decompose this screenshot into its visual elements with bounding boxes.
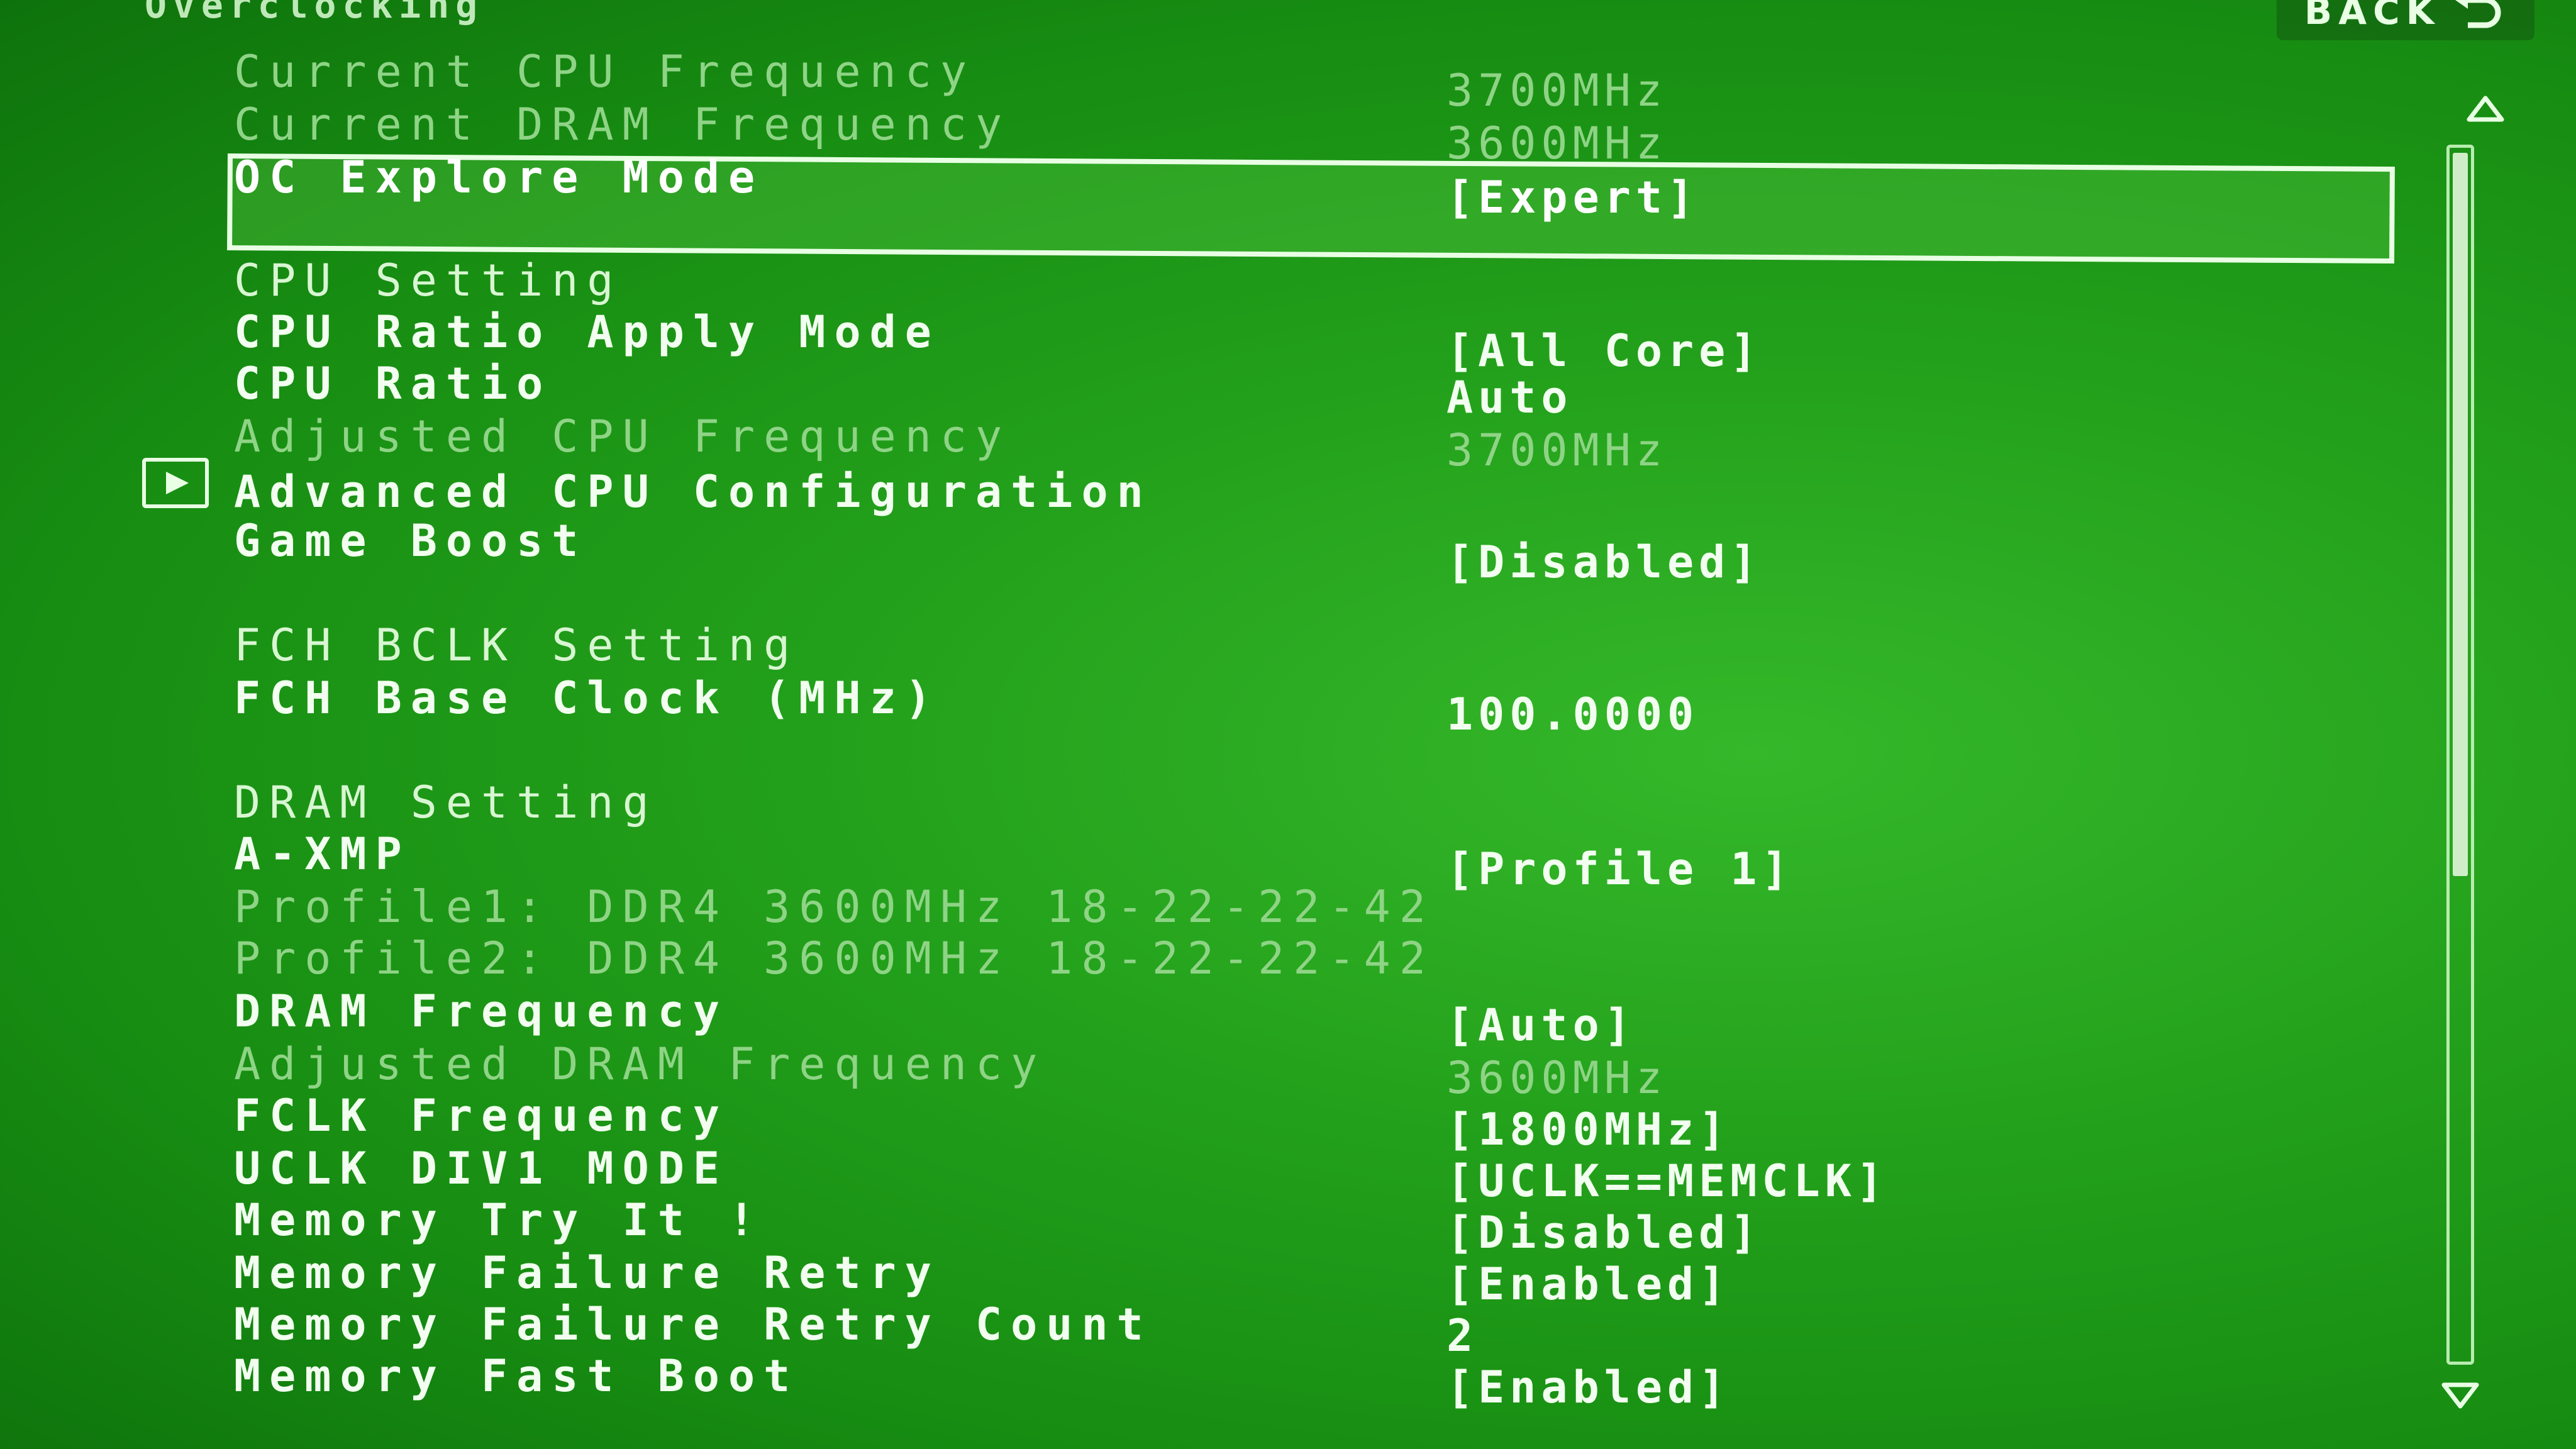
setting-value[interactable]: [Expert] bbox=[1446, 171, 1699, 224]
row-xmp-profile1: Profile1: DDR4 3600MHz 18-22-22-42 bbox=[0, 880, 2453, 933]
setting-label: Memory Fast Boot bbox=[234, 1350, 799, 1402]
row-xmp-profile2: Profile2: DDR4 3600MHz 18-22-22-42 bbox=[0, 932, 2453, 985]
setting-value[interactable]: [Disabled] bbox=[1446, 536, 1762, 589]
profile-info-label: Profile2: DDR4 3600MHz 18-22-22-42 bbox=[234, 933, 1435, 984]
row-fch-base-clock[interactable]: FCH Base Clock (MHz) 100.0000 bbox=[0, 672, 2453, 740]
group-header-fch-bclk-setting: FCH BCLK Setting bbox=[0, 619, 2453, 672]
row-uclk-div1-mode[interactable]: UCLK DIV1 MODE [UCLK==MEMCLK] bbox=[0, 1142, 2453, 1207]
chevron-up-icon[interactable] bbox=[2465, 93, 2506, 126]
scrollbar-thumb[interactable] bbox=[2453, 153, 2468, 876]
back-label: BACK bbox=[2304, 0, 2441, 33]
setting-label: UCLK DIV1 MODE bbox=[234, 1143, 729, 1194]
scrollbar[interactable] bbox=[2446, 145, 2474, 1365]
setting-label: Memory Try It ! bbox=[234, 1194, 764, 1246]
setting-label: OC Explore Mode bbox=[234, 152, 764, 203]
setting-label: CPU Ratio bbox=[234, 358, 552, 409]
group-header-label: CPU Setting bbox=[234, 255, 623, 306]
setting-label: DRAM Frequency bbox=[234, 985, 729, 1037]
setting-label: Memory Failure Retry bbox=[234, 1247, 940, 1299]
setting-label: FCLK Frequency bbox=[234, 1090, 729, 1141]
row-advanced-cpu-configuration[interactable]: Advanced CPU Configuration bbox=[0, 465, 2453, 518]
setting-label: Current DRAM Frequency bbox=[234, 99, 1011, 150]
row-memory-failure-retry-count[interactable]: Memory Failure Retry Count 2 bbox=[0, 1298, 2453, 1362]
row-memory-failure-retry[interactable]: Memory Failure Retry [Enabled] bbox=[0, 1246, 2453, 1310]
row-oc-explore-mode[interactable]: OC Explore Mode [Expert] bbox=[0, 151, 2453, 223]
row-adjusted-dram-frequency: Adjusted DRAM Frequency 3600MHz bbox=[0, 1038, 2453, 1104]
chevron-down-icon[interactable] bbox=[2440, 1381, 2480, 1414]
row-dram-frequency[interactable]: DRAM Frequency [Auto] bbox=[0, 985, 2453, 1051]
bios-overclocking-screen: Overclocking BACK Current CPU Frequency … bbox=[0, 0, 2576, 1449]
setting-value[interactable]: [Enabled] bbox=[1446, 1361, 1730, 1414]
row-current-cpu-frequency: Current CPU Frequency 3700MHz bbox=[0, 45, 2453, 116]
setting-label: Current CPU Frequency bbox=[234, 46, 976, 97]
row-current-dram-frequency: Current DRAM Frequency 3600MHz bbox=[0, 98, 2453, 169]
row-fclk-frequency[interactable]: FCLK Frequency [1800MHz] bbox=[0, 1089, 2453, 1155]
row-a-xmp[interactable]: A-XMP [Profile 1] bbox=[0, 828, 2453, 895]
setting-label: CPU Ratio Apply Mode bbox=[234, 306, 940, 358]
row-cpu-ratio-apply-mode[interactable]: CPU Ratio Apply Mode [All Core] bbox=[0, 306, 2453, 377]
profile-info-label: Profile1: DDR4 3600MHz 18-22-22-42 bbox=[234, 881, 1435, 933]
row-memory-fast-boot[interactable]: Memory Fast Boot [Enabled] bbox=[0, 1350, 2453, 1413]
group-header-label: DRAM Setting bbox=[234, 777, 658, 828]
group-header-label: FCH BCLK Setting bbox=[234, 619, 799, 671]
row-cpu-ratio[interactable]: CPU Ratio Auto bbox=[0, 357, 2453, 423]
group-header-cpu-setting: CPU Setting bbox=[0, 254, 2453, 307]
group-header-dram-setting: DRAM Setting bbox=[0, 776, 2453, 829]
setting-label: Adjusted CPU Frequency bbox=[234, 411, 1011, 462]
row-game-boost[interactable]: Game Boost [Disabled] bbox=[0, 514, 2453, 588]
setting-value[interactable]: 100.0000 bbox=[1446, 688, 1699, 741]
setting-label: Advanced CPU Configuration bbox=[234, 466, 1152, 518]
section-title: Overclocking bbox=[145, 0, 484, 26]
setting-label: FCH Base Clock (MHz) bbox=[234, 672, 940, 724]
return-arrow-icon bbox=[2453, 0, 2503, 34]
row-adjusted-cpu-frequency: Adjusted CPU Frequency 3700MHz bbox=[0, 410, 2453, 476]
setting-label: A-XMP bbox=[234, 828, 411, 880]
setting-label: Adjusted DRAM Frequency bbox=[234, 1038, 1046, 1090]
setting-label: Memory Failure Retry Count bbox=[234, 1299, 1152, 1350]
back-button[interactable]: BACK bbox=[2277, 0, 2534, 40]
row-memory-try-it[interactable]: Memory Try It ! [Disabled] bbox=[0, 1194, 2453, 1258]
setting-label: Game Boost bbox=[234, 515, 587, 567]
